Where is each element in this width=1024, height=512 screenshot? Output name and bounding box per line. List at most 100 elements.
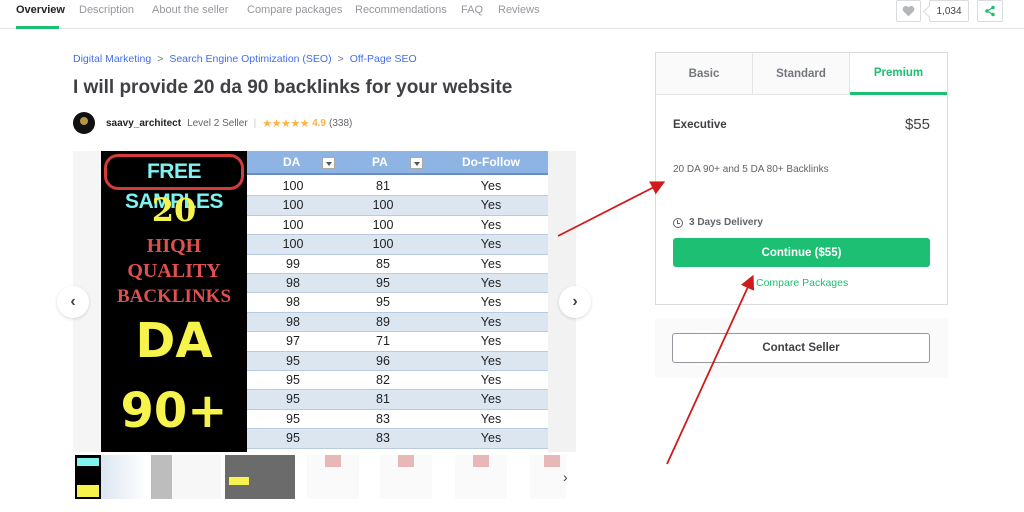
sheet-cell-da: 100: [282, 198, 304, 213]
sheet-cell-dofollow: Yes: [480, 314, 502, 329]
thumbnail[interactable]: [225, 455, 295, 499]
continue-button[interactable]: Continue ($55): [673, 238, 930, 267]
sheet-cell-da: 98: [286, 295, 300, 310]
thumbnail-next-icon[interactable]: ›: [563, 469, 568, 485]
thumbnail[interactable]: [307, 455, 359, 499]
thumbnail[interactable]: [380, 455, 432, 499]
thumbnail[interactable]: [455, 455, 507, 499]
sheet-cell-pa: 83: [376, 431, 390, 446]
seller-avatar[interactable]: [73, 112, 95, 134]
sheet-cell-da: 98: [286, 314, 300, 329]
promo-line3: BACKLINKS: [116, 286, 232, 307]
sheet-cell-pa: 95: [376, 276, 390, 290]
sheet-cell-pa: 81: [376, 179, 390, 193]
sheet-row: 95 81 Yes: [247, 390, 548, 410]
sheet-row: 95 96 Yes: [247, 351, 548, 371]
tab-overview[interactable]: Overview: [16, 4, 65, 16]
top-navigation: Overview Description About the seller Co…: [0, 0, 1024, 29]
thumbnail-text: [229, 477, 249, 485]
filter-dropdown-icon: [322, 157, 335, 169]
tab-compare-packages[interactable]: Compare packages: [247, 4, 342, 16]
share-button[interactable]: [977, 0, 1003, 22]
sheet-cell-pa: 95: [376, 295, 390, 310]
rating-score: 4.9: [312, 117, 326, 129]
sheet-cell-pa: 100: [372, 217, 394, 232]
share-icon: [985, 5, 995, 17]
thumbnail-image: [398, 455, 414, 467]
sheet-row: 100 100 Yes: [247, 216, 548, 236]
sheet-cell-da: 95: [286, 411, 300, 426]
gallery-image-spreadsheet: DA PA Do-Follow 100 81 Yes 100 100 Yes 100 100 Y…: [247, 151, 548, 452]
package-tab-premium[interactable]: Premium: [850, 53, 947, 95]
like-count: 1,034: [929, 0, 969, 22]
sheet-cell-pa: 81: [376, 392, 390, 407]
tab-faq[interactable]: FAQ: [461, 4, 483, 16]
thumbnail-strip: [75, 455, 575, 499]
sheet-cell-da: 100: [282, 237, 304, 252]
promo-line1: HIQH: [146, 235, 202, 257]
gallery-image-promo: FREE SAMPLES 20 HIQH QUALITY BACKLINKS D…: [101, 151, 247, 452]
contact-seller-section: Contact Seller: [655, 318, 948, 378]
gallery-next-button[interactable]: ›: [559, 286, 591, 318]
sheet-row: 98 95 Yes: [247, 274, 548, 294]
sheet-row: 98 89 Yes: [247, 312, 548, 333]
thumbnail[interactable]: [530, 455, 566, 499]
sheet-cell-pa: 100: [372, 198, 394, 213]
breadcrumb-separator: >: [337, 53, 344, 65]
package-tab-basic[interactable]: Basic: [656, 53, 753, 95]
sheet-cell-dofollow: Yes: [480, 198, 502, 213]
gallery-prev-button[interactable]: ‹: [57, 286, 89, 318]
sheet-header-pa: PA: [372, 155, 388, 169]
sheet-row: 97 71 Yes: [247, 332, 548, 352]
tab-description[interactable]: Description: [79, 4, 134, 16]
sheet-cell-pa: 89: [376, 314, 390, 329]
gig-title: I will provide 20 da 90 backlinks for yo…: [73, 77, 513, 98]
thumbnail-image: [325, 455, 341, 467]
tab-recommendations[interactable]: Recommendations: [355, 4, 447, 16]
chevron-right-icon: ›: [572, 293, 578, 310]
thumbnail[interactable]: [151, 455, 221, 499]
sheet-row: 99 85 Yes: [247, 255, 548, 274]
breadcrumb-digital-marketing[interactable]: Digital Marketing: [73, 53, 151, 65]
seller-overview: saavy_architect Level 2 Seller | ★★★★★ 4…: [73, 112, 352, 134]
sheet-cell-dofollow: Yes: [480, 295, 502, 310]
package-name: Executive: [673, 119, 727, 131]
sheet-row: 95 83 Yes: [247, 429, 548, 449]
sheet-cell-da: 95: [286, 431, 300, 446]
like-count-value: 1,034: [936, 5, 962, 17]
seller-name[interactable]: saavy_architect: [106, 118, 181, 129]
like-button[interactable]: [896, 0, 921, 22]
sheet-header: DA PA Do-Follow: [247, 151, 548, 175]
seller-level: Level 2 Seller: [187, 117, 248, 129]
sheet-cell-dofollow: Yes: [480, 334, 502, 349]
divider: |: [253, 117, 257, 129]
chevron-left-icon: ‹: [70, 293, 76, 310]
sheet-cell-dofollow: Yes: [480, 431, 502, 446]
thumbnail[interactable]: [75, 455, 147, 499]
tab-about-seller[interactable]: About the seller: [152, 4, 228, 16]
promo-count: 20: [151, 191, 197, 229]
delivery-label: 3 Days Delivery: [689, 217, 763, 228]
sheet-cell-da: 95: [286, 373, 300, 387]
sheet-cell-pa: 71: [376, 334, 390, 349]
sheet-cell-pa: 83: [376, 411, 390, 426]
sheet-cell-pa: 96: [376, 353, 390, 368]
contact-seller-button[interactable]: Contact Seller: [672, 333, 930, 363]
sheet-row: 95 82 Yes: [247, 371, 548, 391]
thumbnail-text: [77, 485, 99, 497]
review-count[interactable]: (338): [329, 118, 352, 129]
sheet-cell-dofollow: Yes: [480, 237, 502, 252]
package-tab-standard[interactable]: Standard: [753, 53, 850, 95]
breadcrumb-off-page-seo[interactable]: Off-Page SEO: [350, 53, 417, 65]
tab-reviews[interactable]: Reviews: [498, 4, 540, 16]
sheet-row: 100 100 Yes: [247, 196, 548, 216]
breadcrumb-seo[interactable]: Search Engine Optimization (SEO): [169, 53, 331, 65]
compare-packages-link[interactable]: Compare Packages: [756, 277, 848, 289]
sheet-cell-da: 99: [286, 256, 300, 271]
sheet-cell-da: 98: [286, 276, 300, 290]
sheet-cell-dofollow: Yes: [480, 392, 502, 407]
promo-da: DA: [135, 313, 213, 369]
thumbnail-image: [544, 455, 560, 467]
sheet-cell-dofollow: Yes: [480, 276, 502, 290]
package-description: 20 DA 90+ and 5 DA 80+ Backlinks: [673, 164, 829, 175]
